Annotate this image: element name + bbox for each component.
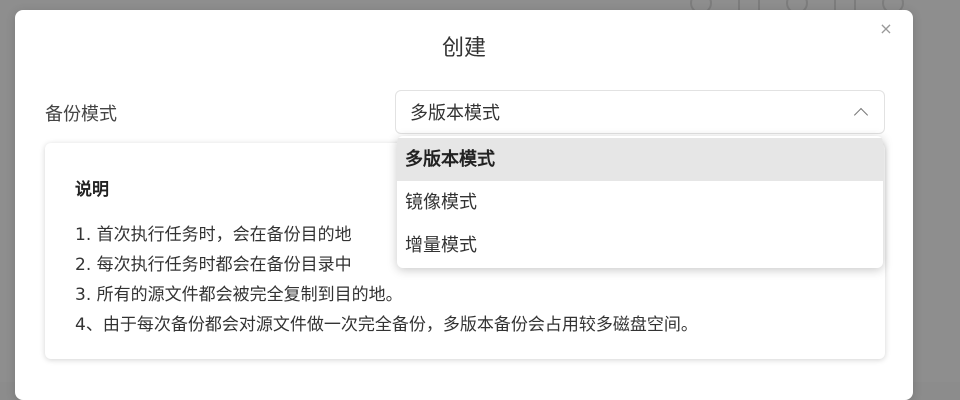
option-incremental[interactable]: 增量模式 — [397, 224, 883, 267]
option-mirror[interactable]: 镜像模式 — [397, 181, 883, 224]
backup-mode-select[interactable]: 多版本模式 — [395, 90, 885, 134]
description-line: 3. 所有的源文件都会被完全复制到目的地。 — [75, 285, 403, 305]
description-line: 4、由于每次备份都会对源文件做一次完全备份，多版本备份会占用较多磁盘空间。 — [75, 315, 698, 335]
backup-mode-dropdown: 多版本模式 镜像模式 增量模式 — [397, 136, 883, 268]
backup-mode-label: 备份模式 — [45, 104, 117, 125]
dialog-title: 创建 — [441, 36, 486, 61]
option-multi-version[interactable]: 多版本模式 — [397, 138, 883, 181]
backup-mode-value: 多版本模式 — [410, 103, 500, 124]
create-dialog: × 创建 备份模式 多版本模式 说明 1. 首次执行任务时，会在备份目的地 2.… — [15, 10, 913, 400]
chevron-up-icon — [853, 107, 869, 123]
